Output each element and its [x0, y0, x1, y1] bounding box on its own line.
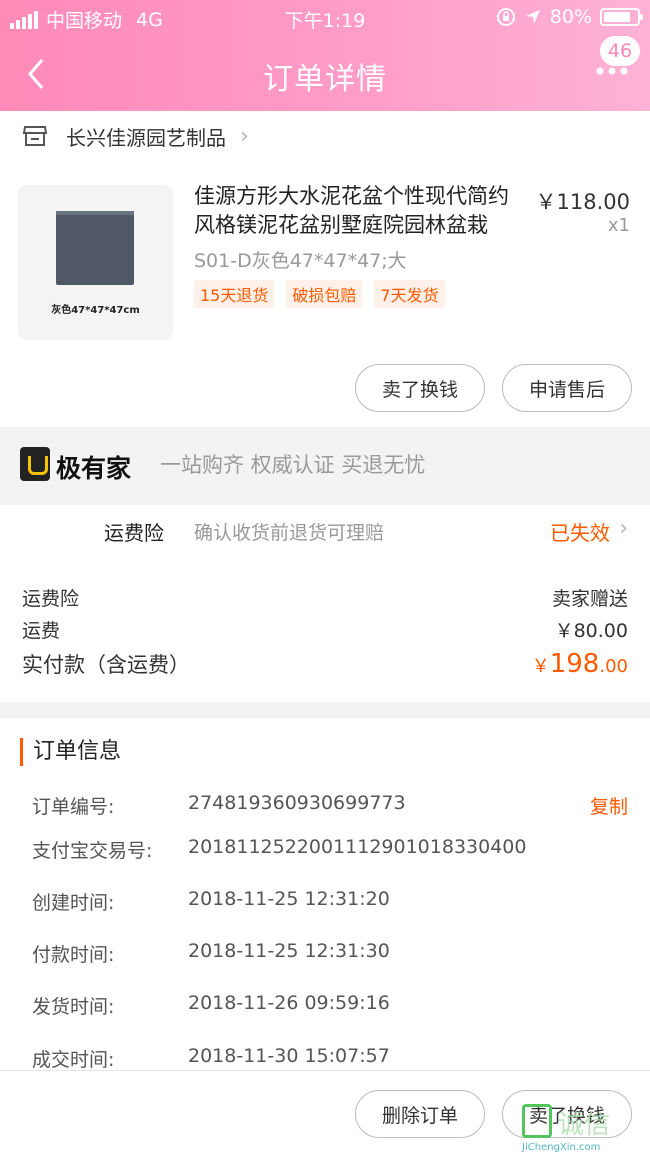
- tag-return: 15天退货: [194, 280, 275, 308]
- paid-label: 付款时间:: [32, 944, 115, 966]
- section-divider: [0, 702, 650, 718]
- insurance-label: 运费险: [104, 521, 164, 545]
- product-image[interactable]: 灰色47*47*47cm: [18, 185, 173, 340]
- service-tags: 15天退货 破损包赔 7天发货: [194, 280, 445, 308]
- tag-damage: 破损包赔: [286, 280, 363, 308]
- completed-label: 成交时间:: [32, 1049, 115, 1071]
- after-sale-button[interactable]: 申请售后: [502, 364, 632, 412]
- summary-shipping-value: ￥80.00: [554, 620, 628, 642]
- paid-value: 2018-11-25 12:31:30: [188, 940, 390, 962]
- nav-bar: 订单详情 46: [0, 36, 650, 111]
- created-label: 创建时间:: [32, 892, 115, 914]
- summary-shipping: 运费 ￥80.00: [22, 616, 628, 643]
- product-quantity: x1: [607, 215, 630, 236]
- total-label: 实付款（含运费）: [22, 653, 190, 677]
- location-icon: [525, 10, 540, 24]
- total-currency: ￥: [531, 656, 550, 677]
- product-title[interactable]: 佳源方形大水泥花盆个性现代简约风格镁泥花盆别墅庭院园林盆栽: [194, 182, 524, 240]
- store-icon: [22, 126, 48, 146]
- battery-icon: [600, 8, 643, 26]
- summary-insurance: 运费险 卖家赠送: [22, 584, 628, 611]
- summary-shipping-label: 运费: [22, 620, 61, 642]
- shop-row[interactable]: 长兴佳源园艺制品 ›: [0, 111, 650, 161]
- watermark-url: JiChengXin.com: [522, 1142, 601, 1153]
- total-int: 198: [549, 649, 600, 679]
- chevron-right-icon: ›: [240, 123, 249, 149]
- alipay-label: 支付宝交易号:: [32, 840, 153, 862]
- battery-percent: 80%: [549, 6, 592, 28]
- total-dec: .00: [599, 656, 628, 677]
- delete-order-button[interactable]: 删除订单: [355, 1090, 485, 1138]
- alipay-value: 2018112522001112901018330400: [188, 836, 527, 858]
- watermark: 诚信 JiChengXin.com: [522, 1104, 642, 1154]
- shop-name: 长兴佳源园艺制品: [66, 125, 226, 150]
- insurance-status: 已失效: [550, 521, 610, 545]
- watermark-logo-icon: [522, 1104, 552, 1138]
- planter-image: [56, 211, 134, 285]
- jiyoujia-banner[interactable]: 极有家 一站购齐 权威认证 买退无忧: [0, 427, 650, 505]
- jiyoujia-slogan: 一站购齐 权威认证 买退无忧: [160, 453, 426, 477]
- order-info-title: 订单信息: [20, 738, 121, 766]
- product-price: ￥118.00: [535, 190, 630, 214]
- chevron-right-icon: ›: [619, 516, 628, 541]
- completed-value: 2018-11-30 15:07:57: [188, 1045, 390, 1067]
- page-title: 订单详情: [263, 62, 387, 97]
- summary-insurance-label: 运费险: [22, 588, 80, 610]
- lock-rotation-icon: [496, 8, 515, 26]
- copy-button[interactable]: 复制: [590, 792, 628, 819]
- shipped-label: 发货时间:: [32, 996, 115, 1018]
- insurance-row[interactable]: 运费险 确认收货前退货可理赔 已失效 ›: [0, 505, 650, 557]
- insurance-desc: 确认收货前退货可理赔: [194, 522, 385, 544]
- jiyoujia-brand: 极有家: [56, 454, 132, 483]
- sell-button[interactable]: 卖了换钱: [355, 364, 485, 412]
- planter-rim: [56, 211, 134, 215]
- more-icon[interactable]: [596, 66, 628, 76]
- tag-ship: 7天发货: [374, 280, 445, 308]
- total-value: ￥198.00: [532, 649, 628, 679]
- created-value: 2018-11-25 12:31:20: [188, 888, 390, 910]
- order-number-label: 订单编号:: [32, 796, 115, 818]
- watermark-text: 诚信: [558, 1110, 611, 1140]
- summary-total: 实付款（含运费） ￥198.00: [22, 649, 628, 679]
- shipped-value: 2018-11-26 09:59:16: [188, 992, 390, 1014]
- image-caption: 灰色47*47*47cm: [51, 305, 140, 316]
- summary-insurance-value: 卖家赠送: [551, 588, 628, 610]
- product-sku: S01-D灰色47*47*47;大: [194, 250, 407, 272]
- order-number-value: 274819360930699773: [188, 792, 406, 814]
- message-badge[interactable]: 46: [600, 36, 640, 66]
- jiyoujia-logo-icon: [20, 447, 50, 481]
- status-bar: 中国移动 4G 下午1:19 80%: [0, 0, 650, 36]
